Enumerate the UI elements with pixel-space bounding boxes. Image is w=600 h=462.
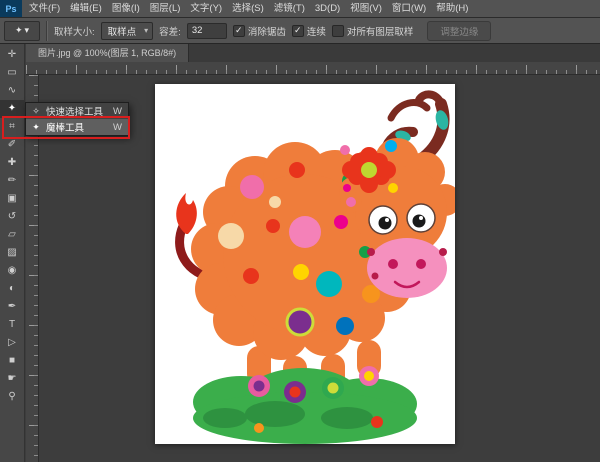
menu-item-help[interactable]: 帮助(H) <box>431 0 473 17</box>
sample-all-layers-checkbox[interactable] <box>332 25 344 37</box>
contiguous-checkbox[interactable]: ✓ <box>292 25 304 37</box>
photoshop-logo: Ps <box>0 0 22 17</box>
workspace: ✛ ▭ ∿ ✦ ⌗ ✐ ✚ ✏ ▣ ↺ ▱ ▨ ◉ ◐ ✒ T ▷ ■ ☛ ⚲ … <box>0 44 600 462</box>
tolerance-label: 容差: <box>159 24 181 38</box>
menu-item-view[interactable]: 视图(V) <box>345 0 387 17</box>
tool-preset-picker[interactable]: ✦ ▾ <box>4 21 40 41</box>
sample-all-layers-label: 对所有图层取样 <box>347 24 414 38</box>
menu-item-layer[interactable]: 图层(L) <box>145 0 186 17</box>
separator <box>46 21 48 41</box>
magic-wand-tool-button[interactable]: ✦ <box>0 100 24 118</box>
menu-item-filter[interactable]: 滤镜(T) <box>269 0 310 17</box>
tools-panel: ✛ ▭ ∿ ✦ ⌗ ✐ ✚ ✏ ▣ ↺ ▱ ▨ ◉ ◐ ✒ T ▷ ■ ☛ ⚲ <box>0 44 25 462</box>
marquee-tool-button[interactable]: ▭ <box>0 64 24 82</box>
flyout-item-shortcut: W <box>113 106 122 117</box>
clone-stamp-tool-button[interactable]: ▣ <box>0 190 24 208</box>
flyout-item-magic-wand-tool[interactable]: ✦ 魔棒工具 W <box>26 119 128 135</box>
menu-item-type[interactable]: 文字(Y) <box>185 0 227 17</box>
eyedropper-tool-button[interactable]: ✐ <box>0 136 24 154</box>
healing-brush-tool-button[interactable]: ✚ <box>0 154 24 172</box>
horizontal-ruler[interactable] <box>26 62 600 75</box>
flyout-item-label: 快速选择工具 <box>46 104 103 118</box>
flyout-item-shortcut: W <box>113 122 122 133</box>
dodge-tool-button[interactable]: ◐ <box>0 280 24 298</box>
menu-bar: Ps 文件(F) 编辑(E) 图像(I) 图层(L) 文字(Y) 选择(S) 滤… <box>0 0 600 18</box>
cow-illustration <box>155 84 455 444</box>
history-brush-tool-button[interactable]: ↺ <box>0 208 24 226</box>
menu-item-select[interactable]: 选择(S) <box>227 0 269 17</box>
quick-selection-tool-icon: ✧ <box>30 106 42 117</box>
chevron-down-icon: ▾ <box>144 26 148 35</box>
zoom-tool-button[interactable]: ⚲ <box>0 388 24 406</box>
grass <box>193 368 417 444</box>
tolerance-input[interactable] <box>187 23 227 39</box>
menu-item-window[interactable]: 窗口(W) <box>387 0 431 17</box>
antialias-checkbox-group[interactable]: ✓ 消除锯齿 <box>233 24 286 38</box>
blur-tool-button[interactable]: ◉ <box>0 262 24 280</box>
document-tab-bar: 图片.jpg @ 100%(图层 1, RGB/8#) <box>26 44 600 62</box>
chevron-down-icon: ▾ <box>25 25 30 36</box>
menu-item-edit[interactable]: 编辑(E) <box>65 0 107 17</box>
contiguous-label: 连续 <box>307 24 326 38</box>
path-selection-tool-button[interactable]: ▷ <box>0 334 24 352</box>
brush-tool-button[interactable]: ✏ <box>0 172 24 190</box>
magic-wand-icon: ✦ <box>15 25 23 36</box>
document-tab[interactable]: 图片.jpg @ 100%(图层 1, RGB/8#) <box>26 44 189 62</box>
gradient-tool-button[interactable]: ▨ <box>0 244 24 262</box>
hand-tool-button[interactable]: ☛ <box>0 370 24 388</box>
flyout-item-label: 魔棒工具 <box>46 120 84 134</box>
tool-flyout-menu: ✧ 快速选择工具 W ✦ 魔棒工具 W <box>25 102 129 136</box>
antialias-checkbox[interactable]: ✓ <box>233 25 245 37</box>
shape-tool-button[interactable]: ■ <box>0 352 24 370</box>
sample-size-dropdown[interactable]: 取样点 ▾ <box>101 22 154 40</box>
flyout-item-quick-selection-tool[interactable]: ✧ 快速选择工具 W <box>26 103 128 119</box>
eraser-tool-button[interactable]: ▱ <box>0 226 24 244</box>
contiguous-checkbox-group[interactable]: ✓ 连续 <box>292 24 326 38</box>
menu-item-image[interactable]: 图像(I) <box>107 0 145 17</box>
document-canvas[interactable] <box>155 84 455 444</box>
sample-size-label: 取样大小: <box>54 24 95 38</box>
type-tool-button[interactable]: T <box>0 316 24 334</box>
sample-size-value: 取样点 <box>108 24 137 38</box>
tool-options-bar: ✦ ▾ 取样大小: 取样点 ▾ 容差: ✓ 消除锯齿 ✓ 连续 对所有图层取样 … <box>0 18 600 44</box>
lasso-tool-button[interactable]: ∿ <box>0 82 24 100</box>
menu-item-3d[interactable]: 3D(D) <box>310 0 345 17</box>
head-flower <box>340 140 398 193</box>
magic-wand-tool-icon: ✦ <box>30 122 42 133</box>
cow-muzzle <box>367 238 447 298</box>
menu-item-file[interactable]: 文件(F) <box>24 0 65 17</box>
antialias-label: 消除锯齿 <box>248 24 286 38</box>
pen-tool-button[interactable]: ✒ <box>0 298 24 316</box>
move-tool-button[interactable]: ✛ <box>0 46 24 64</box>
refine-edge-button[interactable]: 调整边缘 <box>427 21 491 41</box>
crop-tool-button[interactable]: ⌗ <box>0 118 24 136</box>
sample-all-layers-checkbox-group[interactable]: 对所有图层取样 <box>332 24 414 38</box>
